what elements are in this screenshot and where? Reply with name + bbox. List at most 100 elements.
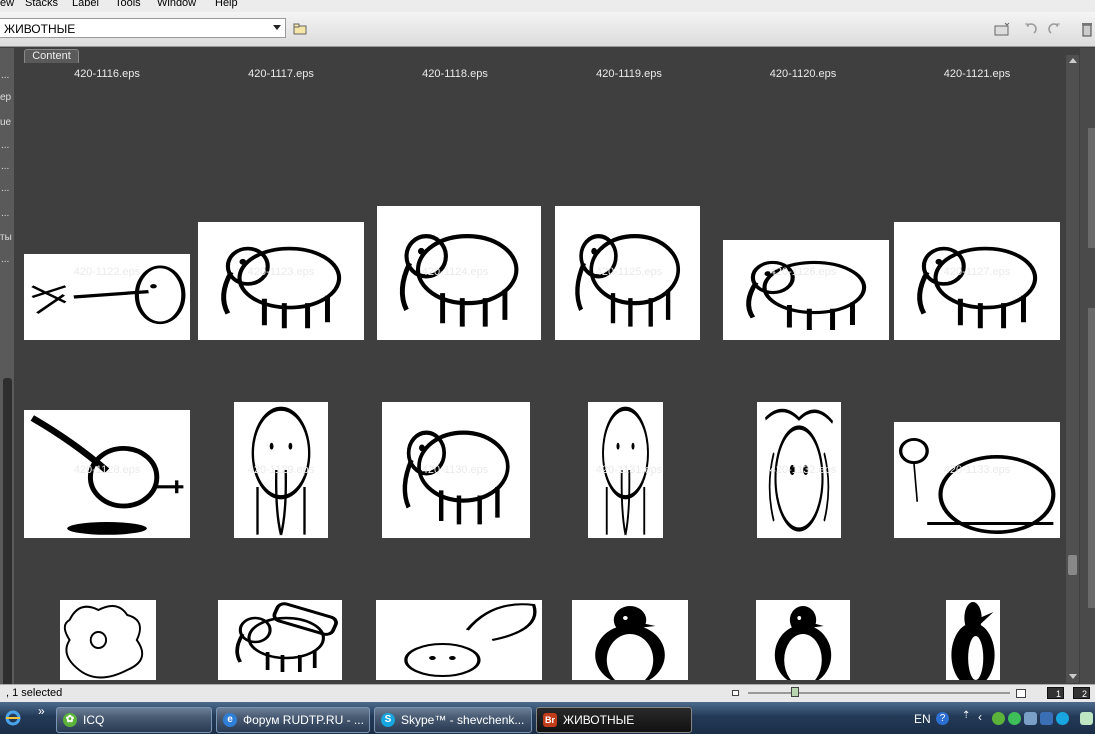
thumbnail-item[interactable] <box>194 555 368 683</box>
thumbnail-item[interactable]: 420-1124.eps <box>368 159 542 357</box>
task-label: ICQ <box>83 713 105 727</box>
thumbnail-filename: 420-1120.eps <box>769 68 837 80</box>
selection-status: , 1 selected <box>6 687 63 699</box>
panel-dots-icon: ... <box>1 254 10 265</box>
task-label: ЖИВОТНЫЕ <box>563 713 635 727</box>
task-icq[interactable]: ✿ ICQ <box>56 707 212 733</box>
recent-folder-icon[interactable] <box>291 20 309 38</box>
language-indicator[interactable]: EN <box>914 712 931 726</box>
thumbnail-image[interactable] <box>723 240 889 340</box>
thumbnail-item[interactable]: 420-1126.eps <box>716 159 890 357</box>
thumbnail-item[interactable]: 420-1119.eps <box>542 63 716 159</box>
thumbnail-item[interactable] <box>368 555 542 683</box>
folder-path-dropdown[interactable]: ЖИВОТНЫЕ <box>0 18 286 38</box>
thumbnail-item[interactable]: 420-1129.eps <box>194 357 368 555</box>
network-icon[interactable] <box>1024 712 1037 725</box>
help-icon[interactable]: ? <box>936 712 949 725</box>
thumbnail-image[interactable] <box>946 600 1000 680</box>
ie-icon: e <box>223 713 237 727</box>
tray-collapse-icon[interactable]: ‹ <box>978 710 982 724</box>
new-folder-icon[interactable] <box>993 20 1011 38</box>
thumbnail-item[interactable] <box>716 555 890 683</box>
delete-trash-icon[interactable] <box>1078 20 1095 38</box>
rotate-left-icon[interactable] <box>1021 20 1039 38</box>
thumbnail-item[interactable]: 420-1122.eps <box>20 159 194 357</box>
thumbnail-item[interactable]: 420-1125.eps <box>542 159 716 357</box>
panel-dots-icon: ... <box>1 183 10 194</box>
thumbnail-item[interactable]: 420-1121.eps <box>890 63 1064 159</box>
thumbnail-size-slider[interactable] <box>748 692 1010 694</box>
thumbnail-filename: 420-1116.eps <box>74 68 140 80</box>
thumbnail-filename: 420-1132.eps <box>769 464 837 476</box>
view-mode-1-button[interactable]: 1 <box>1047 687 1064 699</box>
thumbnail-item[interactable]: 420-1116.eps <box>20 63 194 159</box>
zoom-out-icon[interactable] <box>732 690 739 696</box>
left-panel-fragment: ты <box>0 232 12 243</box>
windows-taskbar: » ✿ ICQ e Форум RUDTP.RU - ... S Skype™ … <box>0 702 1095 734</box>
agent-tray-icon[interactable] <box>1008 712 1021 725</box>
thumbnail-filename: 420-1128.eps <box>73 464 141 476</box>
thumbnail-image[interactable] <box>572 600 688 680</box>
thumbnail-filename: 420-1130.eps <box>421 464 489 476</box>
thumbnail-filename: 420-1129.eps <box>247 464 315 476</box>
tray-arrows-icon[interactable]: ⇡ <box>962 710 970 721</box>
content-grid: 420-1116.eps 420-1117.eps 420-1118.eps 420-… <box>20 63 1066 683</box>
thumbnail-image[interactable] <box>198 222 364 340</box>
scroll-down-icon[interactable] <box>1069 674 1077 679</box>
thumbnail-filename: 420-1125.eps <box>595 266 663 278</box>
thumbnail-filename: 420-1118.eps <box>422 68 488 80</box>
tab-content[interactable]: Content <box>24 49 79 63</box>
thumbnail-item[interactable]: 420-1128.eps <box>20 357 194 555</box>
thumbnail-image[interactable] <box>756 600 850 680</box>
status-bar: , 1 selected 1 2 <box>0 684 1095 702</box>
view-mode-2-button[interactable]: 2 <box>1073 687 1090 699</box>
scroll-thumb[interactable] <box>1068 555 1077 575</box>
battery-icon[interactable] <box>1080 712 1093 725</box>
thumbnail-item[interactable] <box>890 555 1064 683</box>
thumbnail-item[interactable]: 420-1130.eps <box>368 357 542 555</box>
task-ie-forum[interactable]: e Форум RUDTP.RU - ... <box>216 707 370 733</box>
thumbnail-filename: 420-1126.eps <box>769 266 837 278</box>
thumbnail-item[interactable]: 420-1117.eps <box>194 63 368 159</box>
icq-tray-icon[interactable] <box>992 712 1005 725</box>
thumbnail-item[interactable]: 420-1131.eps <box>542 357 716 555</box>
chevron-down-icon <box>273 25 281 30</box>
thumbnail-image[interactable] <box>218 600 342 680</box>
thumbnail-item[interactable]: 420-1133.eps <box>890 357 1064 555</box>
chevron-right-icon[interactable]: » <box>38 704 45 718</box>
content-scrollbar[interactable] <box>1066 55 1079 683</box>
menu-help[interactable]: Help <box>215 0 238 9</box>
panel-dots-icon: ... <box>1 70 10 81</box>
thumbnail-item[interactable] <box>542 555 716 683</box>
thumbnail-item[interactable]: 420-1120.eps <box>716 63 890 159</box>
thumbnail-image[interactable] <box>60 600 156 680</box>
menu-stacks[interactable]: Stacks <box>25 0 58 9</box>
thumbnail-item[interactable]: 420-1118.eps <box>368 63 542 159</box>
slider-knob[interactable] <box>791 687 800 697</box>
rotate-right-icon[interactable] <box>1046 20 1064 38</box>
zoom-in-icon[interactable] <box>1016 689 1026 698</box>
task-skype[interactable]: S Skype™ - shevchenk... <box>374 707 532 733</box>
menu-label[interactable]: Label <box>72 0 99 9</box>
scroll-up-icon[interactable] <box>1069 58 1077 63</box>
thumbnail-item[interactable]: 420-1127.eps <box>890 159 1064 357</box>
monitor-icon[interactable] <box>1040 712 1053 725</box>
task-label: Форум RUDTP.RU - ... <box>243 713 364 727</box>
left-panel-scrollbar[interactable] <box>3 378 12 684</box>
thumbnail-image[interactable] <box>376 600 542 680</box>
menu-view[interactable]: ew <box>0 0 14 9</box>
thumbnail-item[interactable]: 420-1123.eps <box>194 159 368 357</box>
menu-tools[interactable]: Tools <box>115 0 141 9</box>
right-panel-edge <box>1080 48 1095 684</box>
thumbnail-item[interactable]: 420-1132.eps <box>716 357 890 555</box>
thumbnail-image[interactable] <box>894 222 1060 340</box>
thumbnail-image[interactable] <box>894 422 1060 538</box>
thumbnail-item[interactable] <box>20 555 194 683</box>
task-bridge[interactable]: Br ЖИВОТНЫЕ <box>536 707 692 733</box>
thumbnail-filename: 420-1121.eps <box>943 68 1011 80</box>
skype-tray-icon[interactable] <box>1056 712 1069 725</box>
system-tray: EN ? ⇡ ‹ <box>906 706 1095 732</box>
menu-window[interactable]: Window <box>157 0 196 9</box>
ie-quicklaunch-icon[interactable] <box>4 709 22 727</box>
thumbnail-filename: 420-1122.eps <box>73 266 141 278</box>
